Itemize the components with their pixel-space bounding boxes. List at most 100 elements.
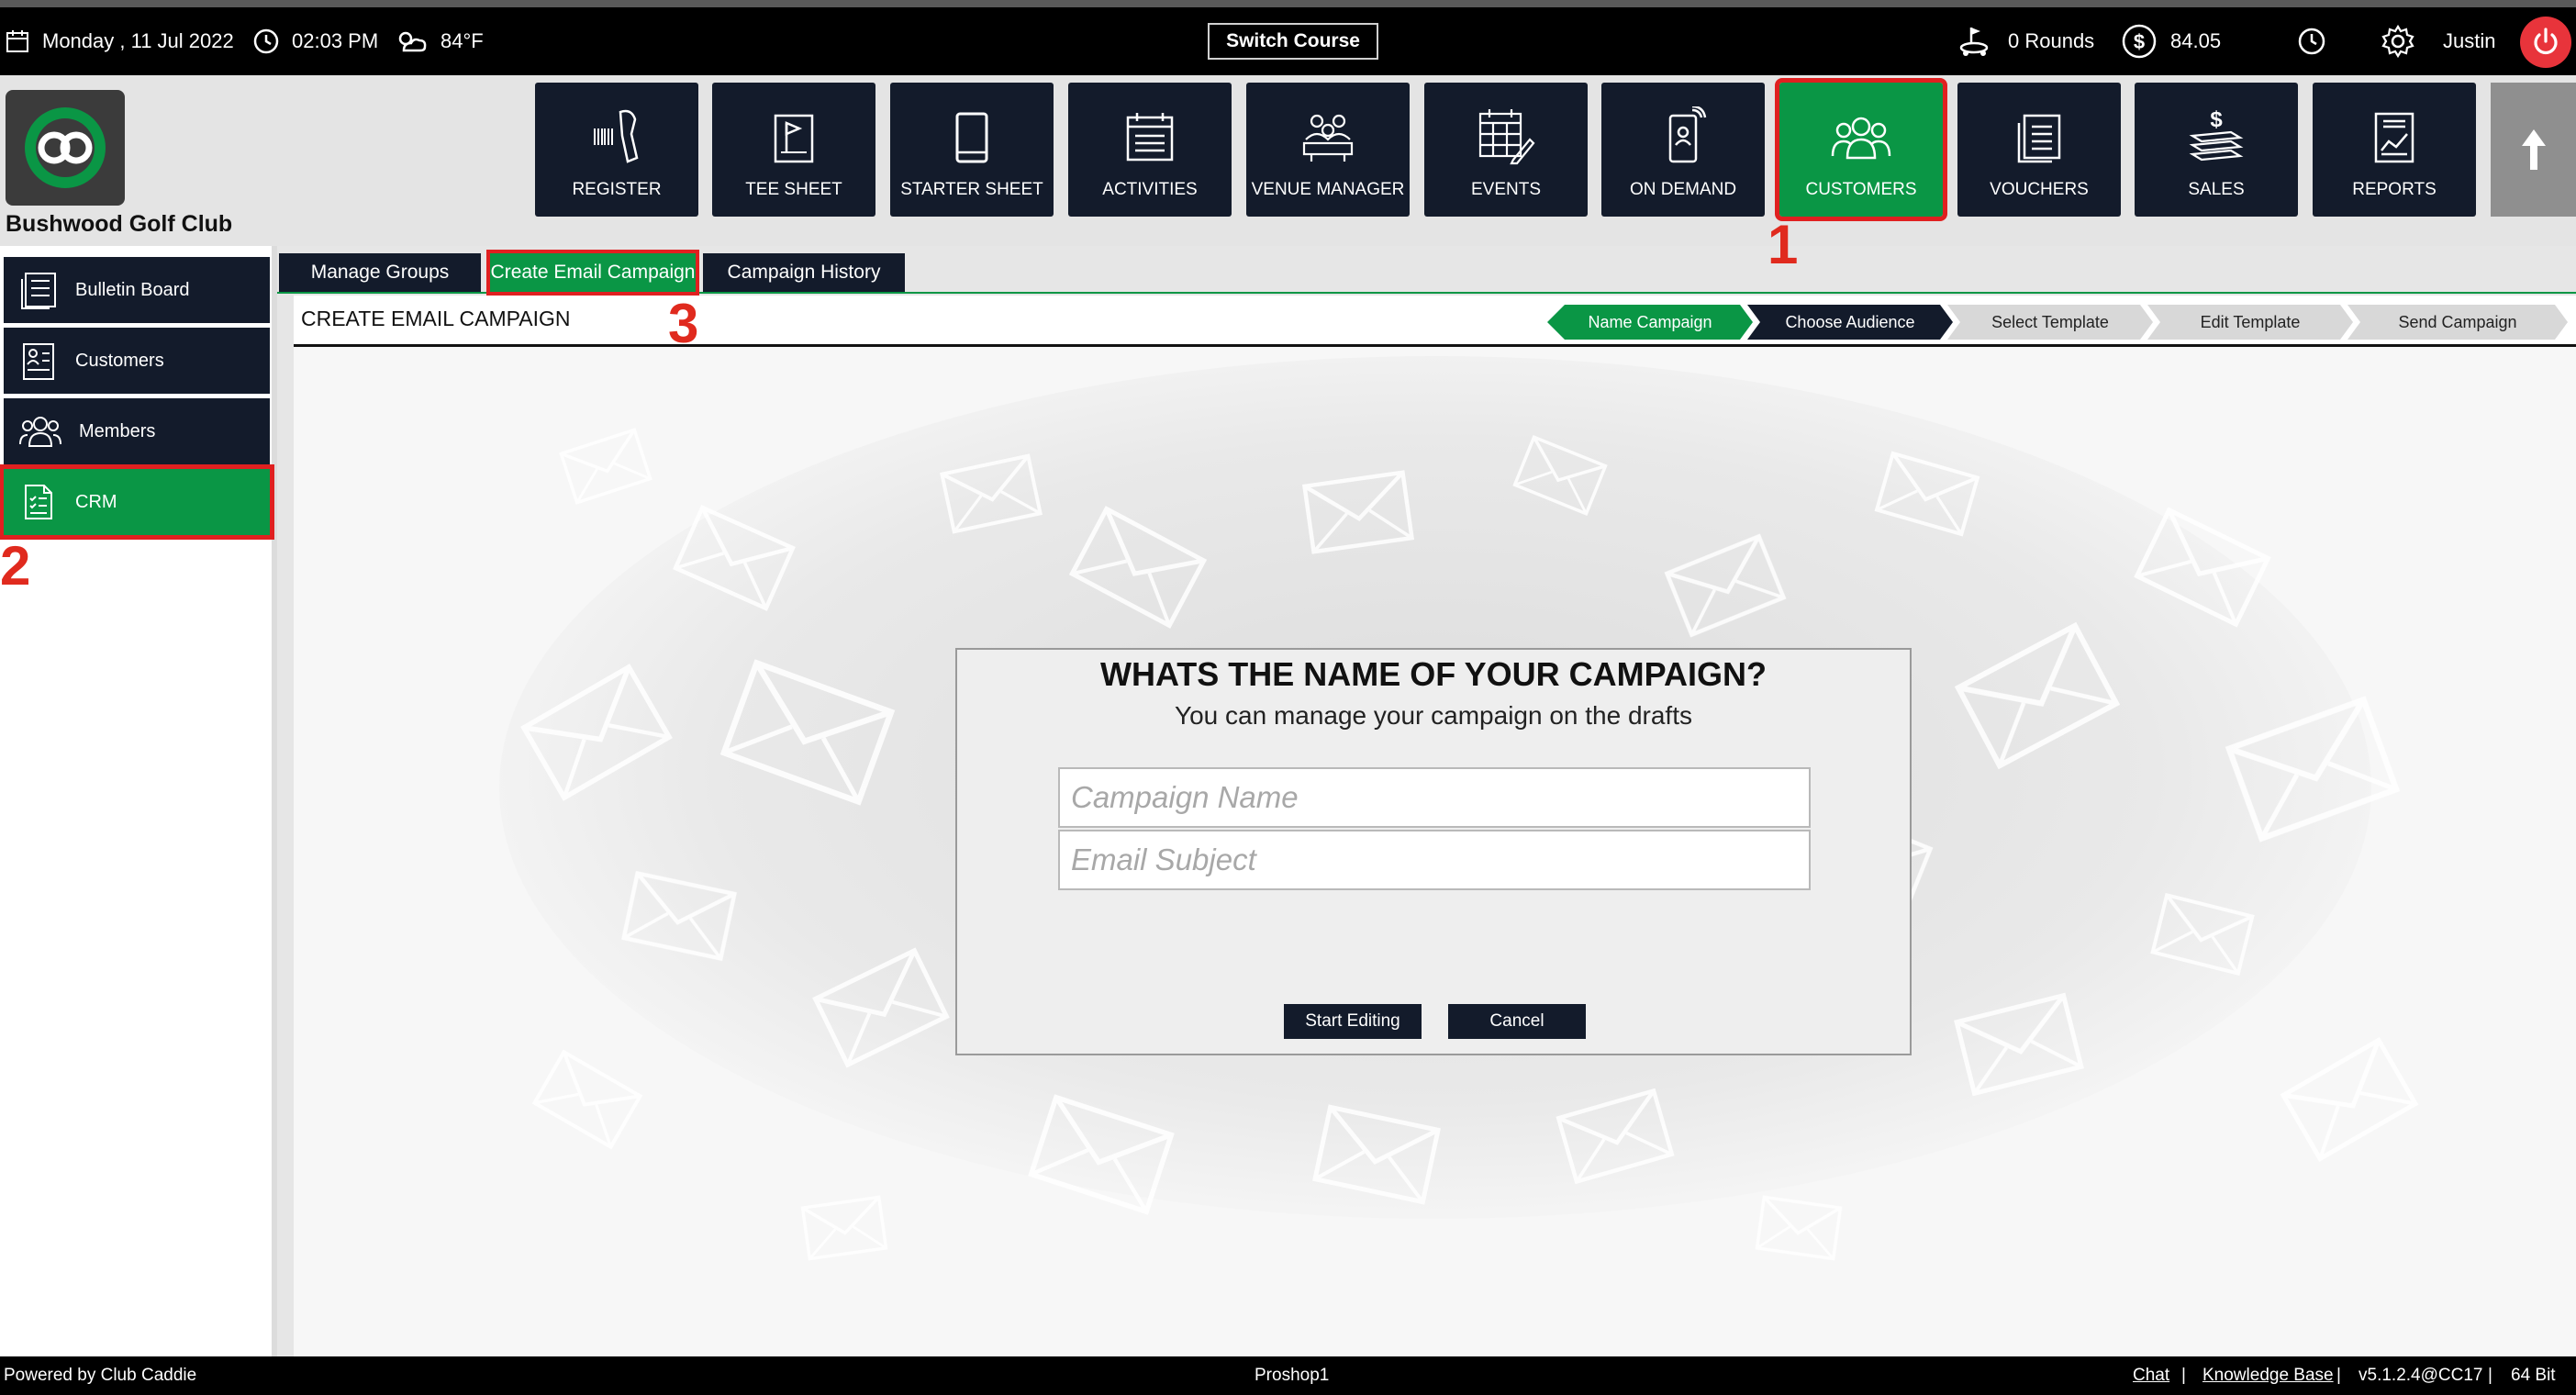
nav-vouchers[interactable]: VOUCHERS	[1957, 83, 2121, 217]
nav-on-demand[interactable]: ON DEMAND	[1601, 83, 1765, 217]
user-name-text: Justin	[2443, 29, 2496, 52]
customer-card-icon	[23, 343, 54, 380]
nav-customers[interactable]: CUSTOMERS	[1775, 78, 1947, 221]
step-select-template: Select Template	[1947, 305, 2153, 340]
sidebar-item-label: Bulletin Board	[75, 279, 190, 300]
nav-label: TEE SHEET	[745, 180, 842, 199]
barcode-scanner-icon	[594, 109, 639, 163]
sidebar-item-label: CRM	[75, 491, 117, 512]
page-title: CREATE EMAIL CAMPAIGN	[301, 307, 571, 330]
nav-label: VENUE MANAGER	[1251, 180, 1405, 199]
sidebar-item-bulletin-board[interactable]: Bulletin Board	[4, 257, 270, 323]
app-window: Monday , 11 Jul 2022 02:03 PM 84°F Switc…	[0, 0, 2576, 1395]
user-name[interactable]: Justin	[2443, 7, 2495, 75]
date-display: Monday , 11 Jul 2022	[6, 7, 234, 75]
balance-text: 84.05	[2170, 29, 2222, 52]
version-text: v5.1.2.4@CC17	[2359, 1366, 2483, 1385]
logout-button[interactable]	[2520, 17, 2571, 68]
nav-tee-sheet[interactable]: TEE SHEET	[712, 83, 875, 217]
nav-label: REPORTS	[2352, 180, 2437, 199]
time-display: 02:03 PM	[253, 7, 378, 75]
golf-cart-icon	[1959, 28, 1989, 56]
tab-create-email-campaign[interactable]: Create Email Campaign	[486, 250, 699, 296]
nav-label: STARTER SHEET	[900, 180, 1043, 199]
knowledge-base-link[interactable]: Knowledge Base	[2202, 1366, 2334, 1386]
footer-separator: |	[2336, 1366, 2341, 1385]
rounds-text: 0 Rounds	[2008, 29, 2095, 52]
club-name: Bushwood Golf Club	[6, 211, 233, 237]
tab-manage-groups[interactable]: Manage Groups	[279, 253, 481, 292]
history-clock-button[interactable]	[2297, 7, 2339, 75]
svg-text:$: $	[2134, 30, 2145, 53]
nav-events[interactable]: EVENTS	[1424, 83, 1588, 217]
start-editing-button[interactable]: Start Editing	[1284, 1004, 1422, 1039]
balance-display[interactable]: $ 84.05	[2121, 7, 2221, 75]
nav-activities[interactable]: ACTIVITIES	[1068, 83, 1232, 217]
group-table-icon	[1302, 114, 1354, 162]
dialog-title: WHATS THE NAME OF YOUR CAMPAIGN?	[1100, 655, 1767, 693]
annotation-marker-3: 3	[668, 293, 699, 354]
footer-separator: |	[2181, 1366, 2186, 1385]
document-stack-icon	[2017, 114, 2061, 163]
sidebar-item-customers[interactable]: Customers	[4, 328, 270, 394]
clock-icon	[2298, 28, 2325, 55]
svg-text:$: $	[2210, 107, 2223, 132]
nav-reports[interactable]: REPORTS	[2313, 83, 2476, 217]
step-edit-template: Edit Template	[2147, 305, 2353, 340]
report-chart-icon	[2374, 112, 2414, 163]
weather-display: 84°F	[395, 7, 484, 75]
campaign-name-dialog: WHATS THE NAME OF YOUR CAMPAIGN? You can…	[955, 648, 1912, 1055]
rounds-display[interactable]: 0 Rounds	[1958, 7, 2094, 75]
weather-icon	[398, 31, 427, 52]
nav-label: CUSTOMERS	[1805, 180, 1917, 199]
sidebar-item-label: Customers	[75, 350, 164, 371]
tablet-icon	[955, 112, 988, 163]
left-sidebar: Bulletin Board Customers Members CRM	[0, 246, 277, 1356]
step-send-campaign: Send Campaign	[2347, 305, 2568, 340]
gear-icon	[2381, 24, 2414, 59]
annotation-marker-2: 2	[0, 535, 31, 597]
nav-label: ACTIVITIES	[1102, 180, 1198, 199]
annotation-marker-1: 1	[1768, 214, 1799, 275]
nav-register[interactable]: REGISTER	[535, 83, 698, 217]
nav-label: EVENTS	[1470, 180, 1542, 199]
campaign-title-bar: CREATE EMAIL CAMPAIGN Name Campaign Choo…	[294, 296, 2576, 347]
money-stack-icon: $	[2189, 107, 2244, 162]
email-subject-input[interactable]	[1058, 830, 1811, 890]
nav-venue-manager[interactable]: VENUE MANAGER	[1246, 83, 1410, 217]
dollar-icon: $	[2122, 24, 2157, 59]
people-icon	[1831, 117, 1891, 160]
footer-bar: Powered by Club Caddie Proshop1 Chat | K…	[0, 1356, 2576, 1395]
nav-label: SALES	[2188, 180, 2245, 199]
members-icon	[19, 417, 61, 447]
nav-label: VOUCHERS	[1990, 180, 2089, 199]
campaign-name-input[interactable]	[1058, 767, 1811, 828]
settings-button[interactable]	[2381, 7, 2428, 75]
calendar-edit-icon	[1478, 109, 1535, 165]
mobile-person-icon	[1668, 106, 1707, 163]
nav-label: REGISTER	[572, 180, 662, 199]
cancel-button[interactable]: Cancel	[1448, 1004, 1586, 1039]
club-caddie-logo-icon	[25, 107, 106, 188]
switch-course-button[interactable]: Switch Course	[1208, 23, 1378, 60]
powered-by-text: Powered by Club Caddie	[4, 1366, 197, 1385]
bulletin-board-icon	[21, 273, 56, 309]
date-text: Monday , 11 Jul 2022	[42, 29, 234, 52]
power-icon	[2534, 28, 2558, 55]
main-header: Bushwood Golf Club REGISTER TEE SHEET ST…	[0, 75, 2576, 246]
bitness-text: 64 Bit	[2511, 1366, 2556, 1385]
nav-starter-sheet[interactable]: STARTER SHEET	[890, 83, 1054, 217]
tab-campaign-history[interactable]: Campaign History	[703, 253, 905, 292]
sidebar-item-members[interactable]: Members	[4, 398, 270, 464]
crm-subtabs: Manage Groups Create Email Campaign Camp…	[277, 246, 2576, 296]
top-status-bar: Monday , 11 Jul 2022 02:03 PM 84°F Switc…	[0, 0, 2576, 75]
station-name: Proshop1	[1255, 1366, 1330, 1385]
calendar-list-icon	[1126, 113, 1174, 162]
nav-label: ON DEMAND	[1629, 180, 1737, 199]
chat-link[interactable]: Chat	[2133, 1366, 2169, 1386]
sidebar-item-crm[interactable]: CRM	[0, 464, 274, 540]
scroll-up-button[interactable]	[2491, 83, 2576, 217]
time-text: 02:03 PM	[292, 29, 379, 52]
calendar-icon	[6, 30, 28, 52]
nav-sales[interactable]: $ SALES	[2135, 83, 2298, 217]
